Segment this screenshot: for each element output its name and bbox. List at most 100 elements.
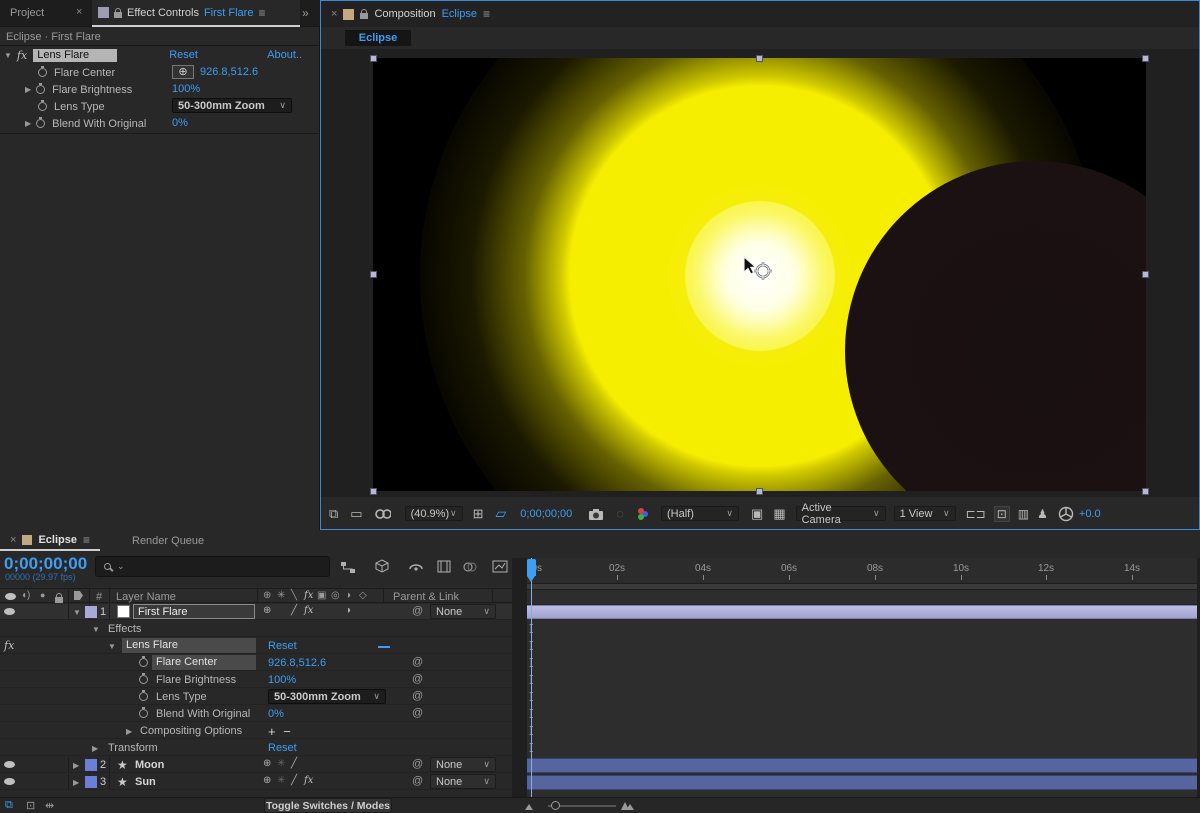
- track-area[interactable]: 00s 02s 04s 06s 08s 10s 12s 14s I I I I …: [527, 558, 1197, 800]
- tab-title[interactable]: Composition: [374, 8, 435, 20]
- expand-triangle-icon[interactable]: ▼: [73, 608, 81, 617]
- resolution-dropdown[interactable]: (Half) ∨: [661, 506, 739, 521]
- mask-visibility-icon[interactable]: ▱: [496, 505, 507, 522]
- selection-handle[interactable]: [370, 271, 377, 278]
- snapshot-camera-icon[interactable]: [588, 507, 604, 521]
- stopwatch-icon[interactable]: [38, 102, 47, 111]
- pickwhip-icon[interactable]: @: [412, 656, 423, 668]
- expand-triangle-icon[interactable]: ▶: [25, 85, 31, 94]
- close-icon[interactable]: ×: [331, 8, 337, 20]
- property-value[interactable]: 926.8,512.6: [268, 657, 326, 669]
- pickwhip-icon[interactable]: @: [412, 690, 423, 702]
- property-value[interactable]: 100%: [268, 674, 296, 686]
- comp-breadcrumb-tab[interactable]: Eclipse: [345, 30, 411, 46]
- prop-row-flare-brightness[interactable]: Flare Brightness 100% @: [0, 672, 512, 688]
- panel-menu-icon[interactable]: ≡: [83, 533, 90, 547]
- expand-triangle-icon[interactable]: ▶: [126, 727, 132, 736]
- fx-switch-icon[interactable]: fx: [304, 605, 313, 616]
- composition-mini-flowchart-icon[interactable]: [340, 561, 356, 574]
- graph-editor-icon[interactable]: [492, 559, 508, 574]
- collapse-switch-icon[interactable]: ⊕: [263, 775, 271, 786]
- label-color-swatch[interactable]: [85, 759, 97, 771]
- expand-transfer-controls-icon[interactable]: ⊡: [26, 799, 35, 812]
- reset-link[interactable]: Reset: [169, 49, 198, 61]
- shy-layers-icon[interactable]: [408, 561, 424, 573]
- expand-triangle-icon[interactable]: ▶: [25, 119, 31, 128]
- view-layout-dropdown[interactable]: 1 View ∨: [894, 506, 956, 521]
- draft-3d-icon[interactable]: [374, 559, 390, 574]
- selection-handle[interactable]: [756, 488, 763, 495]
- selection-handle[interactable]: [1142, 488, 1149, 495]
- share-view-icon[interactable]: ⊏⊐: [966, 507, 986, 521]
- pickwhip-icon[interactable]: @: [412, 673, 423, 685]
- parent-dropdown[interactable]: None ∨: [430, 774, 496, 789]
- magnification-dropdown[interactable]: (40.9%) ∨: [405, 506, 463, 521]
- tab-project[interactable]: Project: [10, 7, 44, 19]
- time-ruler[interactable]: 00s 02s 04s 06s 08s 10s 12s 14s: [527, 558, 1197, 584]
- primary-viewer-icon[interactable]: ▭: [350, 506, 362, 522]
- property-value[interactable]: 100%: [172, 83, 200, 95]
- motion-blur-icon[interactable]: [462, 559, 478, 575]
- quality-switch-icon[interactable]: ╱: [291, 775, 297, 786]
- about-link[interactable]: About..: [267, 49, 302, 61]
- expand-triangle-icon[interactable]: ▼: [108, 642, 116, 651]
- show-snapshot-icon[interactable]: ◌: [616, 506, 624, 521]
- comp-viewer[interactable]: [321, 49, 1199, 497]
- zoom-slider-knob[interactable]: [551, 801, 560, 810]
- expand-in-out-icon[interactable]: ⇹: [45, 799, 54, 812]
- property-value[interactable]: 0%: [268, 708, 284, 720]
- tab-eclipse[interactable]: × Eclipse ≡: [0, 530, 100, 551]
- ec-effect-header[interactable]: ▼ fx Lens Flare Reset About..: [0, 47, 320, 63]
- exposure-value[interactable]: +0.0: [1079, 508, 1101, 520]
- eye-icon[interactable]: [4, 761, 15, 768]
- reset-link[interactable]: Reset: [268, 640, 297, 652]
- layer-name[interactable]: First Flare: [133, 604, 255, 619]
- selection-handle[interactable]: [756, 55, 763, 62]
- parent-dropdown[interactable]: None ∨: [430, 757, 496, 772]
- layer-name[interactable]: Moon: [135, 759, 164, 771]
- parent-pickwhip-icon[interactable]: @: [412, 775, 423, 787]
- expand-triangle-icon[interactable]: ▶: [73, 761, 79, 770]
- show-channels-icon[interactable]: [636, 507, 649, 521]
- search-box[interactable]: ⌄: [95, 556, 330, 577]
- search-input[interactable]: [131, 561, 311, 573]
- prop-row-transform[interactable]: ▶ Transform Reset: [0, 740, 512, 756]
- tab-render-queue[interactable]: Render Queue: [132, 535, 204, 547]
- view-options-goggles-icon[interactable]: [375, 507, 391, 521]
- selection-handle[interactable]: [370, 55, 377, 62]
- layer-row-sun[interactable]: ▶ 3 ★ Sun ⊕ ✳ ╱ fx @ None ∨: [0, 774, 512, 790]
- region-of-interest-icon[interactable]: ⊞: [473, 506, 484, 522]
- lens-type-dropdown[interactable]: 50-300mm Zoom ∨: [268, 689, 386, 704]
- collapse-switch-icon[interactable]: ⊕: [263, 758, 271, 769]
- current-time-display[interactable]: 0;00;00;00: [4, 554, 87, 574]
- flowchart-icon[interactable]: ♟: [1037, 507, 1048, 521]
- stopwatch-icon[interactable]: [36, 119, 45, 128]
- prop-row-compositing-options[interactable]: ▶ Compositing Options + −: [0, 723, 512, 739]
- layer-bar-sun[interactable]: [527, 775, 1197, 790]
- effect-name[interactable]: Lens Flare: [122, 638, 256, 653]
- stopwatch-icon[interactable]: [139, 692, 148, 701]
- close-icon[interactable]: ×: [10, 534, 16, 546]
- pane-divider[interactable]: [512, 558, 527, 798]
- prop-row-lens-type[interactable]: Lens Type 50-300mm Zoom ∨ @: [0, 689, 512, 705]
- pixel-aspect-icon[interactable]: ⊡: [994, 506, 1010, 522]
- zoom-in-mountains-icon[interactable]: [620, 800, 634, 811]
- prop-row-flare-center[interactable]: Flare Center 926.8,512.6 @: [0, 655, 512, 671]
- rulers-icon[interactable]: ▥: [1018, 507, 1029, 521]
- property-value[interactable]: 926.8,512.6: [200, 66, 258, 78]
- label-color-swatch[interactable]: [85, 606, 97, 618]
- layer-row-first-flare[interactable]: ▼ 1 First Flare ⊕ ╱ fx ◑ @ None ∨: [0, 604, 512, 620]
- property-value[interactable]: 0%: [172, 117, 188, 129]
- expand-layer-switches-icon[interactable]: ⧉: [5, 799, 13, 812]
- stopwatch-icon[interactable]: [38, 68, 47, 77]
- reset-link[interactable]: Reset: [268, 742, 297, 754]
- layer-name[interactable]: Sun: [135, 776, 156, 788]
- panel-menu-icon[interactable]: ≡: [258, 6, 265, 20]
- collapse-switch-icon[interactable]: ⊕: [263, 605, 271, 616]
- stopwatch-icon[interactable]: [139, 658, 148, 667]
- shy-switch-icon[interactable]: ✳: [277, 758, 285, 769]
- panel-overflow-icon[interactable]: »: [302, 6, 309, 20]
- stopwatch-icon[interactable]: [139, 709, 148, 718]
- adjustment-switch-icon[interactable]: ◑: [345, 605, 351, 616]
- layer-row-moon[interactable]: ▶ 2 ★ Moon ⊕ ✳ ╱ @ None ∨: [0, 757, 512, 773]
